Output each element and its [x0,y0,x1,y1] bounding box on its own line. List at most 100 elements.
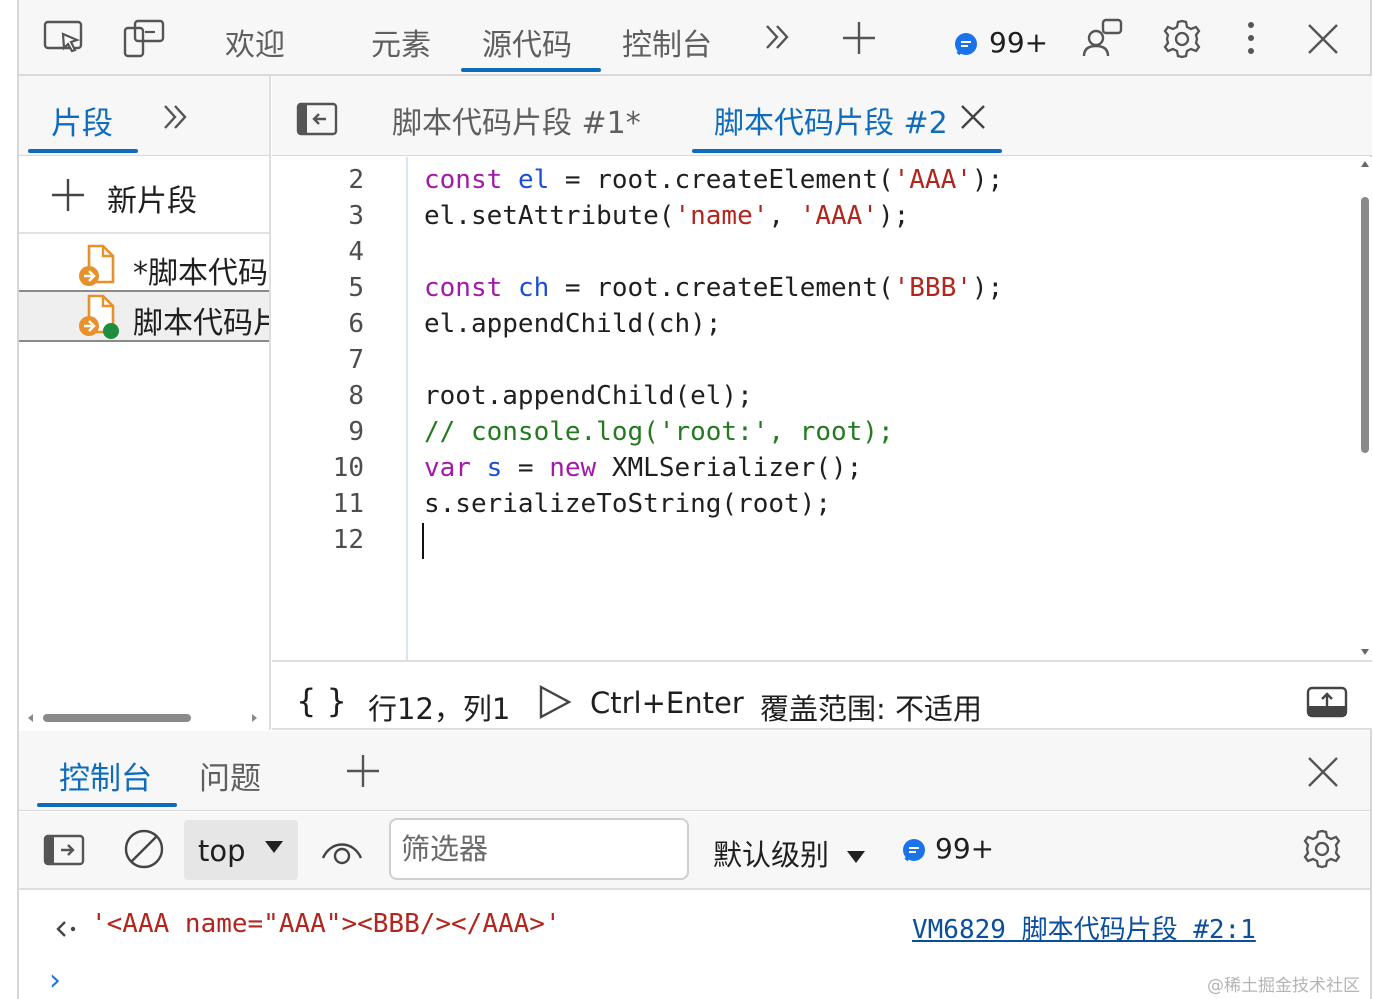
line-number: 9 [348,417,364,447]
console-settings-icon[interactable] [1301,828,1343,870]
pretty-print-button[interactable]: { } [296,682,347,720]
context-selector[interactable]: top [184,820,298,880]
code-token: ); [971,273,1004,303]
console-output: '<AAA name="AAA"><BBB/></AAA>' VM6829 脚本… [19,891,1370,999]
code-token: el.setAttribute( [424,201,675,231]
plus-icon [51,178,85,212]
editor-tab-snippet-1[interactable]: 脚本代码片段 #1* [392,98,641,142]
code-token: const [424,165,503,195]
code-token: new [549,453,597,483]
add-drawer-tab-icon[interactable] [345,753,381,789]
drawer-tab-issues[interactable]: 问题 [199,753,261,798]
feedback-icon[interactable] [1081,18,1123,60]
code-token: XMLSerializer(); [596,453,863,483]
tab-welcome[interactable]: 欢迎 [225,20,285,64]
code-token: s.serializeToString(root); [424,489,831,519]
toggle-drawer-icon[interactable] [1306,686,1348,718]
navigator-tabs: 片段 [19,76,269,156]
run-shortcut-label[interactable]: Ctrl+Enter [590,686,744,720]
code-editor[interactable]: 2 3 4 5 6 7 8 9 10 11 12 const el = root.createEle… [272,157,1372,660]
close-tab-icon[interactable] [960,104,986,130]
code-token: el.appendChild(ch); [424,309,722,339]
line-number: 3 [348,201,364,231]
issues-count[interactable]: 99+ [989,26,1048,59]
console-source-link[interactable]: VM6829 脚本代码片段 #2:1 [912,909,1256,946]
console-sidebar-icon[interactable] [43,834,85,866]
tab-snippets[interactable]: 片段 [51,98,113,143]
code-line: root.appendChild(el); [424,381,753,411]
navigator-scrollbar[interactable] [27,712,257,724]
snippet-item-label: 脚本代码片段 #2 [133,306,269,341]
editor-statusbar: { } 行12，列1 Ctrl+Enter 覆盖范围: 不适用 [272,660,1372,730]
line-number: 11 [332,489,364,519]
code-token: , [768,201,800,231]
line-number: 4 [348,237,364,267]
watermark: @稀土掘金技术社区 [1207,976,1360,996]
tab-console[interactable]: 控制台 [622,20,712,64]
code-line: // console.log('root:', root); [424,417,894,447]
drawer-tab-console[interactable]: 控制台 [59,753,152,798]
more-options-icon[interactable] [1245,20,1257,56]
code-token: 'AAA' [799,201,878,231]
code-line: var s = new XMLSerializer(); [424,453,862,483]
code-token: ); [877,201,910,231]
snippet-item-2[interactable]: 脚本代码片段 #2 [19,290,269,342]
close-devtools-icon[interactable] [1306,22,1340,56]
snippet-item-label: *脚本代码片段 #1 [133,256,269,290]
context-value: top [198,834,246,868]
new-snippet-button[interactable]: 新片段 [19,156,269,234]
inspect-icon[interactable] [43,18,85,58]
code-token: // console.log('root:', root); [424,417,894,447]
toggle-navigator-icon[interactable] [296,102,338,136]
snippets-navigator: 片段 新片段 *脚本代码片段 #1 脚本代码片段 #2 [19,76,271,730]
line-number: 7 [348,345,364,375]
code-token: root.appendChild(el); [424,381,753,411]
code-line: const el = root.createElement('AAA'); [424,165,1003,195]
line-number: 8 [348,381,364,411]
drawer-tab-indicator [37,803,177,807]
console-filter-input[interactable] [389,818,689,880]
clear-console-icon[interactable] [123,828,165,870]
line-number: 6 [348,309,364,339]
console-result-value[interactable]: '<AAA name="AAA"><BBB/></AAA>' [91,909,561,939]
device-toggle-icon[interactable] [123,18,165,58]
console-toolbar: top 默认级别 99+ [19,812,1370,890]
devtools-window: 欢迎 元素 源代码 控制台 99+ 片段 新片段 *脚本代码 脚本代码 脚本代码… [17,0,1372,999]
tab-sources[interactable]: 源代码 [482,20,572,64]
code-token: s [486,453,503,483]
console-prompt[interactable]: › [49,963,61,998]
snippet-item-1[interactable]: *脚本代码片段 #1 [19,242,269,290]
tab-elements[interactable]: 元素 [371,20,431,64]
console-issues-count[interactable]: 99+ [935,832,994,865]
chevron-down-icon [846,850,866,864]
code-token: ch [517,273,550,303]
code-line: s.serializeToString(root); [424,489,831,519]
snippet-file-icon [77,294,123,340]
code-token: el [517,165,550,195]
settings-icon[interactable] [1161,18,1203,60]
line-number-gutter: 2 3 4 5 6 7 8 9 10 11 12 [272,157,408,660]
log-level-value: 默认级别 [713,838,830,872]
live-expression-icon[interactable] [321,836,363,866]
issues-icon[interactable] [901,838,927,864]
issues-icon[interactable] [953,32,979,58]
run-snippet-icon[interactable] [538,684,572,720]
more-tabs-icon[interactable] [763,22,793,52]
cursor-position: 行12，列1 [368,692,511,726]
log-level-selector[interactable]: 默认级别 [713,832,866,874]
main-toolbar: 欢迎 元素 源代码 控制台 99+ [19,0,1370,76]
code-token: = root.createElement( [549,165,894,195]
drawer-tabbar: 控制台 问题 [19,731,1370,811]
new-snippet-label: 新片段 [107,184,197,219]
editor-scrollbar[interactable] [1358,157,1372,660]
snippet-file-icon [77,244,117,288]
result-arrow-icon [55,919,79,939]
editor-tab-snippet-2[interactable]: 脚本代码片段 #2 [714,98,948,142]
close-drawer-icon[interactable] [1306,755,1340,789]
more-navigator-tabs-icon[interactable] [161,102,191,132]
line-number: 2 [348,165,364,195]
navigator-tab-indicator [28,149,138,153]
add-tab-icon[interactable] [841,20,877,56]
